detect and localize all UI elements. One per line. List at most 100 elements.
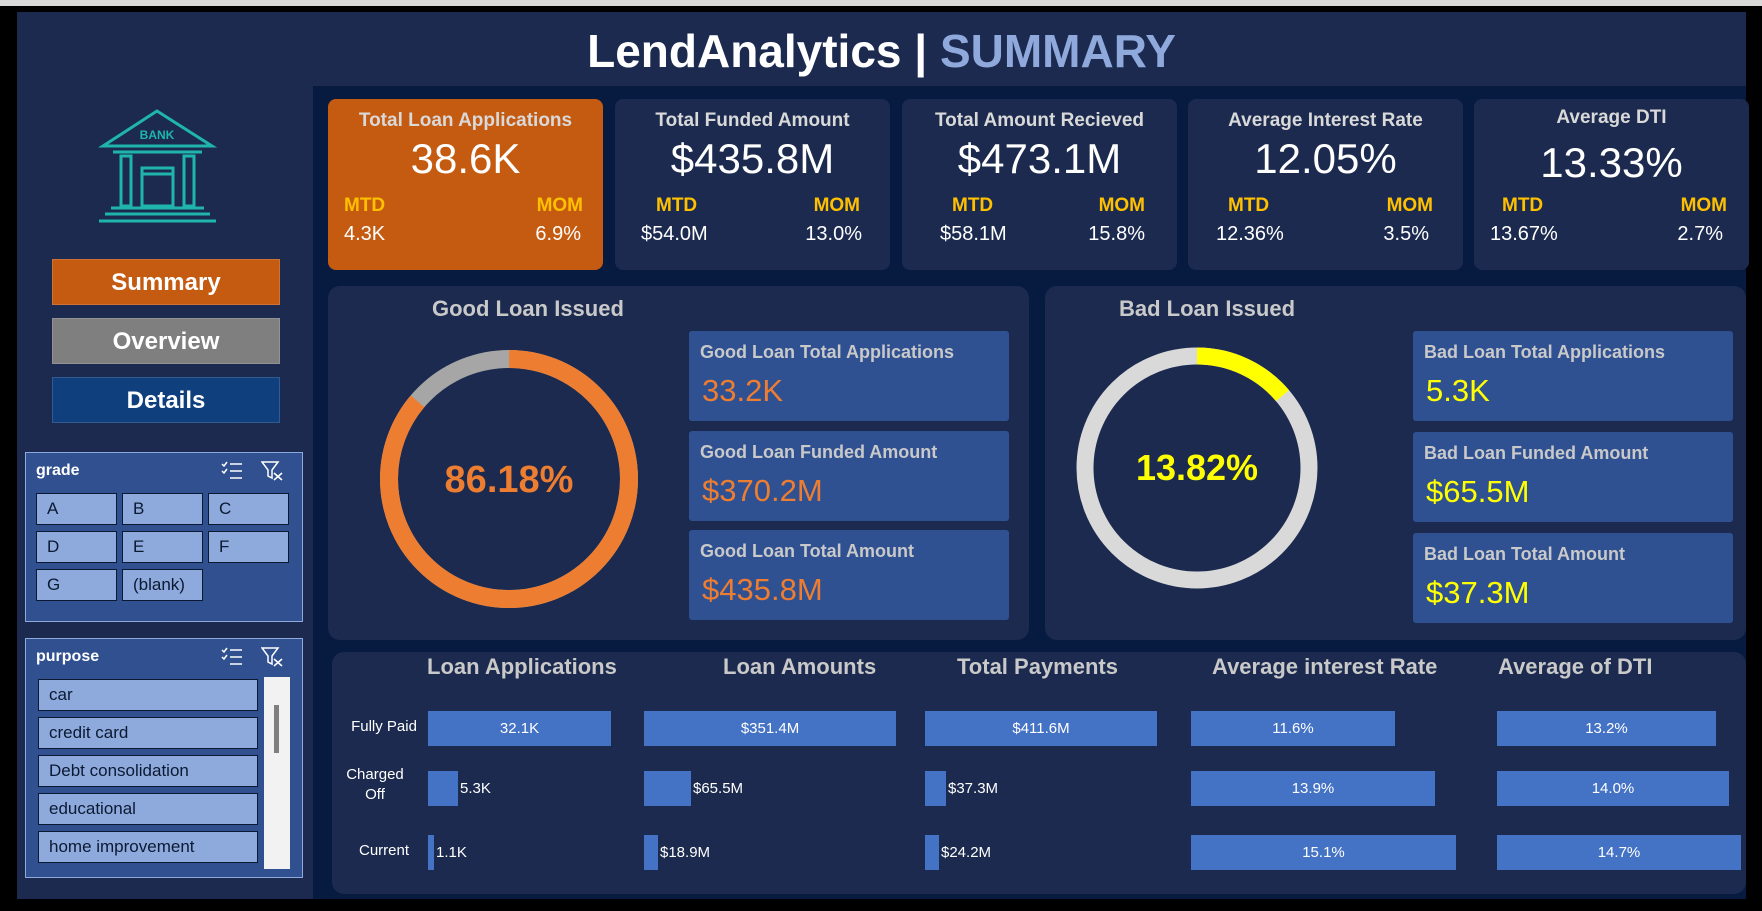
card-value: $65.5M bbox=[1426, 474, 1530, 509]
bar-loan-applications-current[interactable] bbox=[428, 835, 434, 870]
bar-label-average-of-dti-fully-paid: 13.2% bbox=[1585, 720, 1628, 737]
kpi-total-loan-applications: Total Loan Applications 38.6K MTD MOM 4.… bbox=[328, 99, 603, 270]
column-header-average-interest-rate: Average interest Rate bbox=[1212, 654, 1438, 679]
bar-label-loan-applications-fully-paid: 32.1K bbox=[499, 720, 540, 737]
grade-option-c[interactable]: C bbox=[208, 493, 289, 525]
kpi-title: Average Interest Rate bbox=[1228, 110, 1423, 131]
window-top-border bbox=[0, 0, 1762, 6]
row-label-fully-paid: Fully Paid bbox=[351, 718, 417, 735]
bad-loan-donut: 13.82% bbox=[1076, 347, 1318, 589]
grade-slicer-header: grade bbox=[26, 453, 302, 489]
kpi-value: 13.33% bbox=[1540, 139, 1683, 186]
mom-label: MOM bbox=[813, 195, 860, 216]
kpi-total-funded-amount: Total Funded Amount $435.8M MTD MOM $54.… bbox=[615, 99, 890, 270]
bad-loan-total-card: Bad Loan Total Amount $37.3M bbox=[1413, 533, 1733, 623]
bar-label-loan-amounts-charged-off: $65.5M bbox=[693, 780, 744, 797]
purpose-option-educational[interactable]: educational bbox=[38, 793, 258, 825]
clear-filter-icon[interactable] bbox=[261, 461, 283, 481]
app-name: LendAnalytics | bbox=[587, 25, 928, 77]
purpose-option-car[interactable]: car bbox=[38, 679, 258, 711]
purpose-scrollbar[interactable] bbox=[264, 677, 290, 869]
nav-details-button[interactable]: Details bbox=[52, 377, 280, 423]
mtd-value: $58.1M bbox=[940, 223, 1007, 245]
mtd-label: MTD bbox=[656, 195, 698, 216]
kpi-title: Total Loan Applications bbox=[358, 110, 573, 131]
good-loan-title: Good Loan Issued bbox=[432, 296, 624, 321]
purpose-option-debt-consolidation[interactable]: Debt consolidation bbox=[38, 755, 258, 787]
bar-loan-applications-charged-off[interactable] bbox=[428, 771, 458, 806]
card-label: Bad Loan Funded Amount bbox=[1424, 443, 1649, 463]
grade-option-f[interactable]: F bbox=[208, 531, 289, 563]
column-header-total-payments: Total Payments bbox=[957, 654, 1118, 679]
mom-value: 15.8% bbox=[1088, 223, 1145, 245]
row-label-current: Current bbox=[358, 842, 410, 859]
bar-loan-amounts-current[interactable] bbox=[644, 835, 658, 870]
bar-loan-amounts-charged-off[interactable] bbox=[644, 771, 691, 806]
nav-summary-button[interactable]: Summary bbox=[52, 259, 280, 305]
good-loan-applications-card: Good Loan Total Applications 33.2K bbox=[689, 331, 1009, 421]
clear-filter-icon[interactable] bbox=[261, 647, 283, 667]
bar-total-payments-current[interactable] bbox=[925, 835, 939, 870]
kpi-value: $473.1M bbox=[957, 135, 1122, 182]
column-header-loan-applications: Loan Applications bbox=[427, 654, 617, 679]
bar-label-loan-applications-charged-off: 5.3K bbox=[460, 780, 491, 797]
card-label: Good Loan Total Amount bbox=[700, 541, 914, 561]
purpose-slicer-header: purpose bbox=[26, 639, 302, 675]
mom-value: 2.7% bbox=[1677, 223, 1723, 245]
bar-total-payments-charged-off[interactable] bbox=[925, 771, 946, 806]
bar-label-total-payments-charged-off: $37.3M bbox=[948, 780, 999, 797]
card-value: $37.3M bbox=[1426, 575, 1530, 610]
mtd-value: 12.36% bbox=[1216, 223, 1284, 245]
grade-slicer: grade A B C D E F G (blank) bbox=[25, 452, 303, 622]
card-label: Good Loan Funded Amount bbox=[700, 442, 938, 462]
mtd-value: 4.3K bbox=[344, 223, 386, 245]
good-loan-donut: 86.18% bbox=[380, 350, 638, 608]
grade-option-b[interactable]: B bbox=[122, 493, 203, 525]
column-header-loan-amounts: Loan Amounts bbox=[723, 654, 877, 679]
card-label: Good Loan Total Applications bbox=[700, 342, 954, 362]
mom-label: MOM bbox=[536, 195, 583, 216]
mom-value: 13.0% bbox=[805, 223, 862, 245]
nav-overview-button[interactable]: Overview bbox=[52, 318, 280, 364]
grade-slicer-title: grade bbox=[36, 462, 80, 479]
good-loan-total-card: Good Loan Total Amount $435.8M bbox=[689, 530, 1009, 620]
purpose-option-home-improvement[interactable]: home improvement bbox=[38, 831, 258, 863]
kpi-title: Average DTI bbox=[1556, 107, 1667, 128]
kpi-value: $435.8M bbox=[670, 135, 835, 182]
grade-option-blank[interactable]: (blank) bbox=[122, 569, 203, 601]
bar-label-loan-applications-current: 1.1K bbox=[436, 844, 467, 861]
column-header-average-of-dti: Average of DTI bbox=[1498, 654, 1653, 679]
multi-select-icon[interactable] bbox=[221, 647, 243, 667]
mom-label: MOM bbox=[1386, 195, 1433, 216]
dashboard-title: LendAnalytics | SUMMARY bbox=[17, 18, 1746, 84]
bank-icon: BANK bbox=[97, 109, 218, 223]
mtd-label: MTD bbox=[1228, 195, 1270, 216]
purpose-option-credit-card[interactable]: credit card bbox=[38, 717, 258, 749]
kpi-value: 12.05% bbox=[1254, 135, 1397, 182]
mtd-label: MTD bbox=[1502, 195, 1544, 216]
grade-option-d[interactable]: D bbox=[36, 531, 117, 563]
card-value: 5.3K bbox=[1426, 373, 1490, 408]
row-label-charged-off: Charged Off bbox=[346, 766, 404, 803]
scrollbar-thumb[interactable] bbox=[274, 705, 279, 753]
bar-label-average-of-dti-current: 14.7% bbox=[1597, 844, 1641, 861]
good-loan-funded-card: Good Loan Funded Amount $370.2M bbox=[689, 431, 1009, 521]
kpi-title: Total Funded Amount bbox=[655, 110, 850, 131]
mom-label: MOM bbox=[1098, 195, 1145, 216]
mom-value: 6.9% bbox=[535, 223, 581, 245]
mtd-label: MTD bbox=[952, 195, 994, 216]
grade-option-a[interactable]: A bbox=[36, 493, 117, 525]
good-loan-percent: 86.18% bbox=[445, 459, 574, 501]
card-value: 33.2K bbox=[702, 373, 784, 408]
grade-option-e[interactable]: E bbox=[122, 531, 203, 563]
card-value: $370.2M bbox=[702, 473, 823, 508]
card-label: Bad Loan Total Amount bbox=[1424, 544, 1625, 564]
multi-select-icon[interactable] bbox=[221, 461, 243, 481]
kpi-average-dti: Average DTI 13.33% MTD MOM 13.67% 2.7% bbox=[1474, 99, 1749, 270]
bad-loan-percent: 13.82% bbox=[1136, 447, 1258, 488]
bar-label-loan-amounts-fully-paid: $351.4M bbox=[740, 720, 800, 737]
grade-option-g[interactable]: G bbox=[36, 569, 117, 601]
card-label: Bad Loan Total Applications bbox=[1424, 342, 1666, 362]
bar-label-total-payments-current: $24.2M bbox=[941, 844, 992, 861]
kpi-total-amount-received: Total Amount Recieved $473.1M MTD MOM $5… bbox=[902, 99, 1177, 270]
